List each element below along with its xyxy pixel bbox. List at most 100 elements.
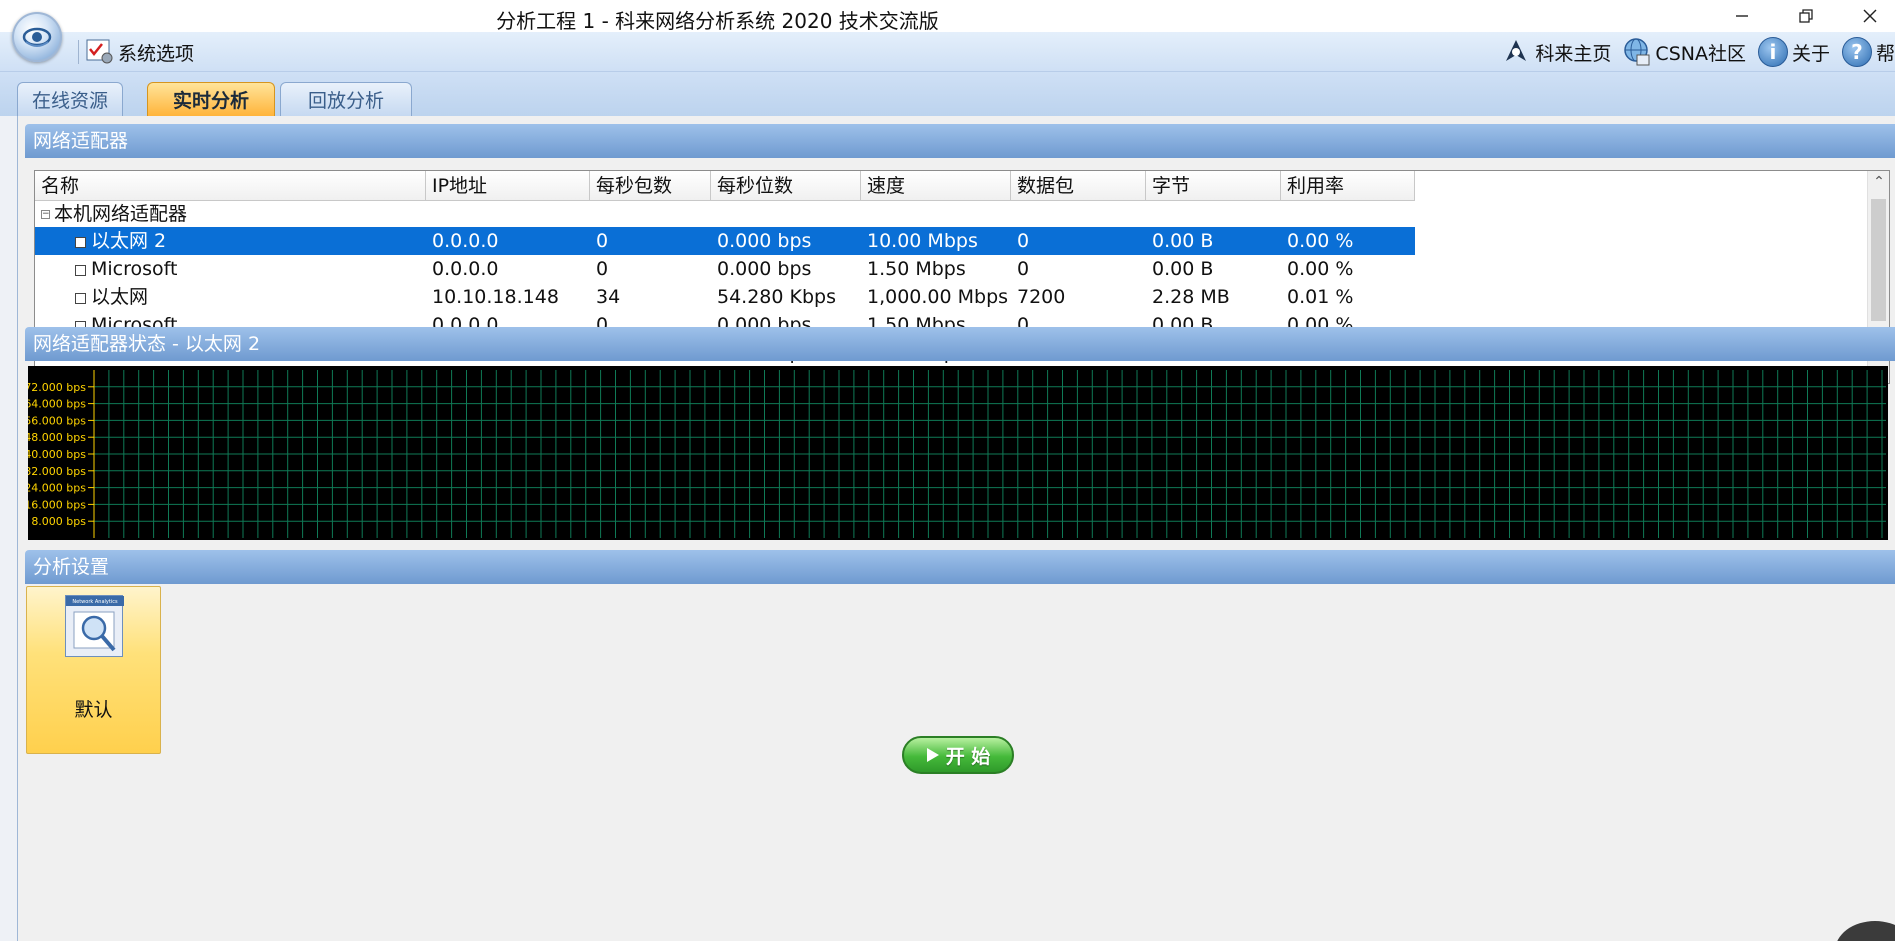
adapter-name: 以太网 [35, 283, 426, 311]
y-tick-label: 72.000 bps [28, 381, 86, 394]
adapter-group[interactable]: − 本机网络适配器 [35, 201, 1415, 227]
tab-online-resources[interactable]: 在线资源 [17, 82, 123, 116]
table-row[interactable]: Microsoft 0.0.0.0 0 0.000 bps 1.50 Mbps 0 0.00… [35, 255, 1415, 283]
csna-community-label: CSNA社区 [1655, 42, 1746, 65]
adapter-ip-text: 0.0.0.0 [432, 258, 499, 280]
close-button[interactable] [1845, 2, 1895, 30]
tab-label: 在线资源 [31, 90, 108, 112]
minimize-button[interactable] [1717, 2, 1767, 30]
scroll-up-icon[interactable]: ⌃ [1868, 171, 1889, 193]
y-tick-label: 16.000 bps [28, 498, 86, 511]
header-links: 科来主页 CSNA社区 i 关于 ? 帮 [1501, 36, 1895, 68]
adapter-packets-text: 0 [1017, 230, 1030, 252]
column-header-bytes[interactable]: 字节 [1146, 171, 1281, 201]
y-tick-label: 64.000 bps [28, 398, 86, 411]
y-tick-label: 24.000 bps [28, 482, 86, 495]
adapter-ip: 10.10.18.148 [426, 283, 590, 311]
adapter-packets-text: 7200 [1017, 286, 1066, 308]
csna-community-link[interactable]: CSNA社区 [1623, 37, 1746, 67]
adapter-checkbox[interactable] [75, 237, 86, 248]
adapter-pps: 0 [590, 227, 711, 255]
adapter-name: Microsoft [35, 255, 426, 283]
traffic-graph: 72.000 bps 64.000 bps 56.000 bps 48.000 bps… [24, 366, 1888, 540]
colasoft-logo-icon [1506, 40, 1527, 61]
adapter-speed-text: 1.50 Mbps [867, 258, 966, 280]
adapter-pps-text: 0 [596, 230, 609, 252]
scrollbar-thumb[interactable] [1871, 199, 1886, 321]
adapter-bps: 0.000 bps [711, 227, 861, 255]
adapter-bytes: 2.28 MB [1146, 283, 1281, 311]
column-header-ip[interactable]: IP地址 [426, 171, 590, 201]
adapter-bps-text: 54.280 Kbps [717, 286, 837, 308]
table-row[interactable]: 以太网 2 0.0.0.0 0 0.000 bps 10.00 Mbps 0 0.00 B 0… [35, 227, 1415, 255]
adapter-utilization-text: 0.00 % [1287, 230, 1354, 252]
adapter-ip: 0.0.0.0 [426, 255, 590, 283]
table-header: 名称 IP地址 每秒包数 每秒位数 速度 数据包 字节 利用率 [35, 171, 1415, 201]
system-options-button[interactable]: 系统选项 [86, 38, 194, 66]
adapter-pps-text: 0 [596, 258, 609, 280]
column-header-pps[interactable]: 每秒包数 [590, 171, 711, 201]
adapter-packets: 0 [1011, 255, 1146, 283]
close-icon [1863, 9, 1877, 23]
tab-label: 实时分析 [172, 90, 249, 112]
help-link[interactable]: ? 帮 [1841, 37, 1895, 67]
column-header-packets[interactable]: 数据包 [1011, 171, 1146, 201]
adapter-utilization: 0.01 % [1281, 283, 1415, 311]
network-analytics-caption: Network Analytics [72, 599, 118, 605]
adapter-pps-text: 34 [596, 286, 621, 308]
system-options-label: 系统选项 [118, 42, 195, 65]
adapter-speed-text: 1,000.00 Mbps [867, 286, 1009, 308]
app-menu-button[interactable] [12, 12, 62, 62]
adapter-speed: 1.50 Mbps [861, 255, 1011, 283]
adapter-pps: 0 [590, 255, 711, 283]
adapter-group-label: 本机网络适配器 [54, 203, 188, 225]
collapse-icon[interactable]: − [41, 209, 50, 219]
app-logo-icon [22, 27, 52, 47]
adapter-name: 以太网 2 [35, 227, 426, 255]
play-icon [926, 748, 939, 762]
adapter-name-text: 以太网 2 [91, 230, 167, 252]
column-header-utilization[interactable]: 利用率 [1281, 171, 1415, 201]
adapter-speed: 1,000.00 Mbps [861, 283, 1011, 311]
default-profile-card[interactable]: Network Analytics 默认 [26, 586, 161, 754]
adapter-name-text: Microsoft [91, 258, 178, 280]
adapter-bps-text: 0.000 bps [717, 258, 812, 280]
tab-label: 回放分析 [307, 90, 384, 112]
window-title: 分析工程 1 - 科来网络分析系统 2020 技术交流版 [496, 9, 939, 33]
workspace: 网络适配器 名称 IP地址 每秒包数 每秒位数 速度 数据包 字节 利用率 − … [17, 116, 1895, 941]
network-analytics-icon: Network Analytics [65, 595, 124, 657]
y-tick-label: 40.000 bps [28, 448, 86, 461]
adapter-bps: 0.000 bps [711, 255, 861, 283]
globe-icon [1624, 38, 1650, 66]
tab-replay-analysis[interactable]: 回放分析 [280, 82, 412, 116]
title-bar: 分析工程 1 - 科来网络分析系统 2020 技术交流版 [0, 0, 1895, 33]
adapter-checkbox[interactable] [75, 265, 86, 276]
adapter-bytes: 0.00 B [1146, 227, 1281, 255]
restore-icon [1799, 9, 1813, 23]
traffic-graph-svg: 72.000 bps 64.000 bps 56.000 bps 48.000 bps… [24, 370, 1886, 538]
adapter-packets-text: 0 [1017, 258, 1030, 280]
decorative-corner [1835, 921, 1895, 941]
adapter-utilization-text: 0.00 % [1287, 258, 1354, 280]
restore-button[interactable] [1781, 2, 1831, 30]
tab-realtime-analysis[interactable]: 实时分析 [147, 82, 275, 116]
adapter-bps-text: 0.000 bps [717, 230, 812, 252]
column-header-bps[interactable]: 每秒位数 [711, 171, 861, 201]
adapter-checkbox[interactable] [75, 293, 86, 304]
adapter-ip: 0.0.0.0 [426, 227, 590, 255]
column-header-name[interactable]: 名称 [35, 171, 426, 201]
settings-checklist-icon [86, 39, 113, 64]
adapter-name-text: 以太网 [91, 286, 149, 308]
adapter-bps: 54.280 Kbps [711, 283, 861, 311]
adapter-bytes-text: 0.00 B [1152, 230, 1214, 252]
start-button[interactable]: 开 始 [902, 736, 1014, 774]
default-profile-label: 默认 [74, 699, 113, 721]
adapter-bytes-text: 0.00 B [1152, 258, 1214, 280]
about-link[interactable]: i 关于 [1757, 37, 1830, 67]
table-row[interactable]: 以太网 10.10.18.148 34 54.280 Kbps 1,000.00 Mbp… [35, 283, 1415, 311]
colasoft-home-link[interactable]: 科来主页 [1501, 37, 1611, 67]
column-header-speed[interactable]: 速度 [861, 171, 1011, 201]
adapter-bytes-text: 2.28 MB [1152, 286, 1230, 308]
separator [78, 40, 79, 64]
ribbon-tab-row: 在线资源 实时分析 回放分析 [0, 72, 1895, 116]
